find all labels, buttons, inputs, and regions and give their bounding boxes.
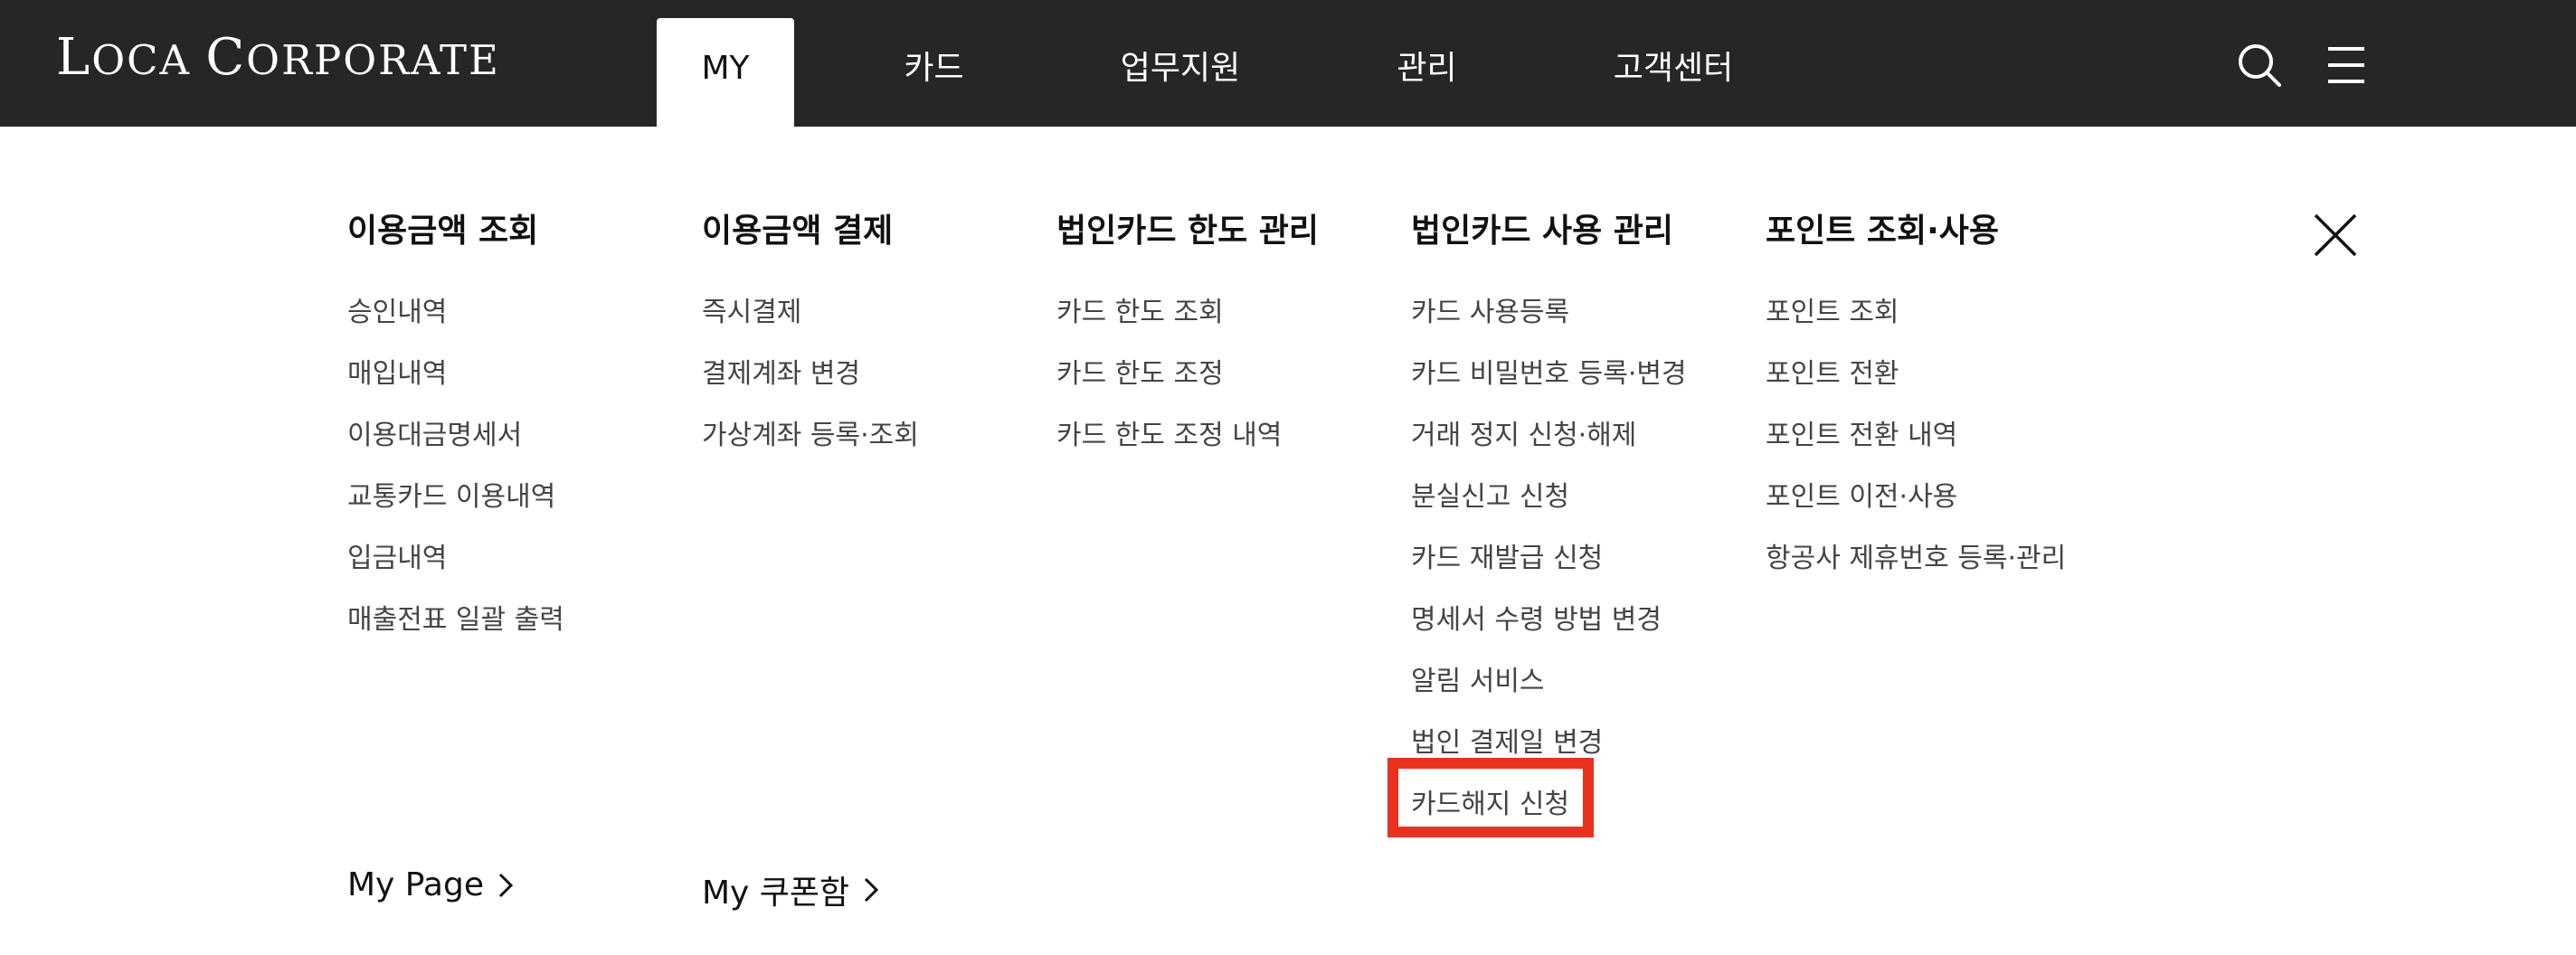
menu-item-point-conversion[interactable]: 포인트 전환 — [1766, 351, 1899, 391]
logo-letter: L — [56, 28, 92, 87]
menu-column-title: 이용금액 결제 — [702, 213, 894, 250]
tab-card[interactable]: 카드 — [868, 18, 999, 127]
brand-logo[interactable]: LOCA CORPORATE — [56, 31, 500, 85]
menu-item-card-reissue[interactable]: 카드 재발급 신청 — [1411, 535, 1603, 575]
menu-item-change-payment-account[interactable]: 결제계좌 변경 — [702, 351, 860, 391]
menu-item-approval-history[interactable]: 승인내역 — [347, 289, 447, 329]
top-navigation-bar: LOCA CORPORATE MY 카드 업무지원 관리 고객센터 — [0, 0, 2576, 127]
menu-item-limit-adjust[interactable]: 카드 한도 조정 — [1056, 351, 1224, 391]
tab-business-support[interactable]: 업무지원 — [1103, 18, 1257, 127]
menu-item-limit-adjust-history[interactable]: 카드 한도 조정 내역 — [1056, 412, 1282, 452]
hamburger-menu-icon[interactable] — [2321, 40, 2372, 90]
menu-item-card-registration[interactable]: 카드 사용등록 — [1411, 289, 1569, 329]
logo-letter: C — [205, 28, 247, 87]
menu-item-billing-statement[interactable]: 이용대금명세서 — [347, 412, 522, 452]
menu-column-title: 이용금액 조회 — [347, 213, 539, 250]
menu-column-title: 법인카드 사용 관리 — [1411, 213, 1674, 250]
close-icon[interactable] — [2312, 212, 2359, 259]
my-coupon-label: My 쿠폰함 — [702, 875, 850, 912]
tab-management[interactable]: 관리 — [1366, 18, 1488, 127]
chevron-right-icon — [865, 877, 879, 903]
menu-item-transit-card-history[interactable]: 교통카드 이용내역 — [347, 474, 555, 514]
menu-item-alert-service[interactable]: 알림 서비스 — [1411, 658, 1545, 698]
menu-item-limit-inquiry[interactable]: 카드 한도 조회 — [1056, 289, 1224, 329]
menu-item-point-transfer[interactable]: 포인트 이전·사용 — [1766, 474, 1957, 514]
menu-item-deposit-history[interactable]: 입금내역 — [347, 535, 447, 575]
tab-customer-center[interactable]: 고객센터 — [1592, 18, 1755, 127]
menu-item-receipt-bulk-print[interactable]: 매출전표 일괄 출력 — [347, 597, 564, 637]
menu-item-point-conversion-history[interactable]: 포인트 전환 내역 — [1766, 412, 1957, 452]
menu-item-loss-report[interactable]: 분실신고 신청 — [1411, 474, 1569, 514]
menu-item-instant-payment[interactable]: 즉시결제 — [702, 289, 801, 329]
chevron-right-icon — [498, 873, 514, 897]
menu-item-card-password[interactable]: 카드 비밀번호 등록·변경 — [1411, 351, 1687, 391]
menu-item-airline-partner[interactable]: 항공사 제휴번호 등록·관리 — [1766, 535, 2066, 575]
menu-item-point-inquiry[interactable]: 포인트 조회 — [1766, 289, 1899, 329]
menu-item-virtual-account[interactable]: 가상계좌 등록·조회 — [702, 412, 919, 452]
my-page-label: My Page — [347, 866, 484, 903]
highlight-box — [1387, 758, 1594, 837]
menu-column-title: 포인트 조회·사용 — [1766, 213, 2000, 250]
menu-column-title: 법인카드 한도 관리 — [1056, 213, 1320, 250]
tab-my[interactable]: MY — [657, 18, 794, 127]
search-icon[interactable] — [2234, 40, 2285, 90]
my-page-link[interactable]: My Page — [347, 866, 515, 903]
logo-text: OCA — [91, 36, 206, 84]
my-coupon-link[interactable]: My 쿠폰함 — [702, 866, 880, 913]
logo-text: ORPORATE — [246, 36, 500, 84]
menu-item-purchase-history[interactable]: 매입내역 — [347, 351, 447, 391]
menu-item-payment-date-change[interactable]: 법인 결제일 변경 — [1411, 720, 1603, 760]
menu-item-statement-delivery[interactable]: 명세서 수령 방법 변경 — [1411, 597, 1662, 637]
menu-item-transaction-suspend[interactable]: 거래 정지 신청·해제 — [1411, 412, 1636, 452]
